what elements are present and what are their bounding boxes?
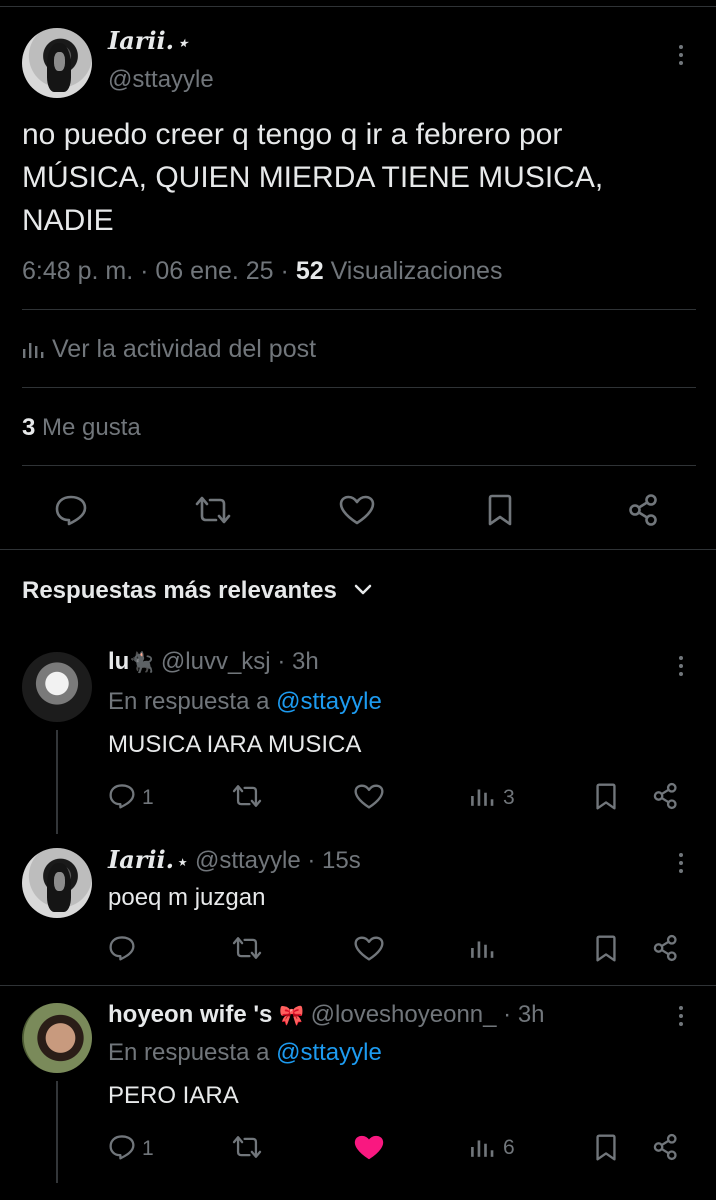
post-likes[interactable]: 3 Me gusta <box>22 414 141 442</box>
post-author-name-text: Iarii. <box>108 26 175 55</box>
analytics-icon[interactable] <box>470 785 494 807</box>
reply-3-handle[interactable]: @loveshoyeonn_ <box>311 1001 497 1028</box>
share-icon[interactable] <box>652 934 680 962</box>
bookmark-icon[interactable] <box>595 783 617 810</box>
reply-2-time[interactable]: 15s <box>322 847 361 874</box>
post-divider <box>22 387 696 388</box>
reply-divider <box>0 985 716 986</box>
chevron-down-icon <box>354 584 372 596</box>
reply-2-handle[interactable]: @sttayyle <box>195 847 301 874</box>
reply-icon[interactable] <box>108 935 136 961</box>
post-activity-link[interactable]: Ver la actividad del post <box>22 335 316 364</box>
thread-connector <box>56 1081 58 1183</box>
reply-2-emoji: ⋆ <box>177 852 189 872</box>
reply-1-reply-to: En respuesta a @sttayyle <box>108 688 382 716</box>
post-author-decoration: ⋆ <box>177 33 189 54</box>
reply-1-name[interactable]: lu <box>108 648 129 675</box>
reply-icon[interactable] <box>108 1134 136 1160</box>
reply-2-avatar[interactable] <box>22 848 92 918</box>
meta-separator: · <box>307 847 316 874</box>
post-more-icon[interactable] <box>678 45 684 67</box>
meta-separator: · <box>140 257 156 285</box>
reply-3-reply-count: 1 <box>142 1137 154 1160</box>
post-views-count: 52 <box>295 257 324 285</box>
analytics-icon[interactable] <box>470 937 494 959</box>
post-author-avatar[interactable] <box>22 28 92 98</box>
post-divider <box>22 465 696 466</box>
reply-2-header: Iarii. ⋆ @sttayyle · 15s <box>108 845 361 875</box>
reply-3-views: 6 <box>503 1136 515 1159</box>
retweet-icon[interactable] <box>230 1134 264 1160</box>
reply-3-emoji: 🎀 <box>279 1005 304 1027</box>
post-text-line-2: MÚSICA, QUIEN MIERDA TIENE MUSICA, <box>22 161 604 194</box>
post-text-line-3: NADIE <box>22 204 114 237</box>
post-author-handle[interactable]: @sttayyle <box>108 66 214 94</box>
reply-1-views: 3 <box>503 786 515 809</box>
replies-header: Respuestas más relevantes <box>22 577 337 604</box>
reply-to-handle[interactable]: @sttayyle <box>276 1039 382 1066</box>
like-icon[interactable] <box>339 495 375 525</box>
bookmark-icon[interactable] <box>487 494 513 526</box>
like-icon-active[interactable] <box>354 1135 384 1160</box>
reply-3-text: PERO IARA <box>108 1082 239 1109</box>
reply-3-more-icon[interactable] <box>678 1006 684 1028</box>
reply-1-header: lu🐈‍⬛ @luvv_ksj · 3h <box>108 648 319 676</box>
reply-icon[interactable] <box>108 783 136 809</box>
reply-3-reply-to: En respuesta a @sttayyle <box>108 1039 382 1067</box>
section-divider <box>0 549 716 550</box>
reply-to-label: En respuesta a <box>108 1039 270 1066</box>
reply-3-header: hoyeon wife 's 🎀 @loveshoyeonn_ · 3h <box>108 1001 545 1029</box>
reply-1-text: MUSICA IARA MUSICA <box>108 731 362 758</box>
reply-1-handle[interactable]: @luvv_ksj <box>161 648 271 675</box>
reply-3-time[interactable]: 3h <box>518 1001 545 1028</box>
likes-count: 3 <box>22 414 36 441</box>
reply-1-avatar[interactable] <box>22 652 92 722</box>
retweet-icon[interactable] <box>230 783 264 809</box>
reply-icon[interactable] <box>54 494 88 526</box>
replies-sort-selector[interactable]: Respuestas más relevantes <box>22 577 372 605</box>
reply-1-emoji: 🐈‍⬛ <box>129 652 155 674</box>
post-text-line-1: no puedo creer q tengo q ir a febrero po… <box>22 118 563 151</box>
reply-2-more-icon[interactable] <box>678 853 684 875</box>
like-icon[interactable] <box>354 936 384 961</box>
analytics-icon <box>22 339 44 359</box>
share-icon[interactable] <box>627 493 661 527</box>
post-divider <box>22 309 696 310</box>
post-date[interactable]: 06 ene. 25 <box>155 257 273 285</box>
top-divider <box>0 6 716 7</box>
reply-1-more-icon[interactable] <box>678 656 684 678</box>
post-views-label: Visualizaciones <box>330 257 503 285</box>
reply-2-text: poeq m juzgan <box>108 884 266 911</box>
bookmark-icon[interactable] <box>595 935 617 962</box>
reply-3-avatar[interactable] <box>22 1003 92 1073</box>
post-author-name[interactable]: Iarii. ⋆ <box>108 26 188 55</box>
bookmark-icon[interactable] <box>595 1134 617 1161</box>
likes-label: Me gusta <box>42 414 141 441</box>
reply-2-name[interactable]: Iarii. <box>108 845 174 874</box>
share-icon[interactable] <box>652 782 680 810</box>
reply-to-handle[interactable]: @sttayyle <box>276 688 382 715</box>
retweet-icon[interactable] <box>193 494 233 526</box>
meta-separator: · <box>277 648 286 675</box>
share-icon[interactable] <box>652 1133 680 1161</box>
retweet-icon[interactable] <box>230 935 264 961</box>
like-icon[interactable] <box>354 784 384 809</box>
activity-label: Ver la actividad del post <box>52 335 317 363</box>
meta-separator: · <box>503 1001 512 1028</box>
reply-to-label: En respuesta a <box>108 688 270 715</box>
analytics-icon[interactable] <box>470 1136 494 1158</box>
thread-connector <box>56 730 58 834</box>
reply-1-reply-count: 1 <box>142 786 154 809</box>
meta-separator: · <box>280 257 296 285</box>
reply-1-time[interactable]: 3h <box>292 648 319 675</box>
reply-3-name[interactable]: hoyeon wife 's <box>108 1001 272 1028</box>
post-time[interactable]: 6:48 p. m. <box>22 257 133 285</box>
post-meta: 6:48 p. m. · 06 ene. 25 · 52 Visualizaci… <box>22 257 502 286</box>
